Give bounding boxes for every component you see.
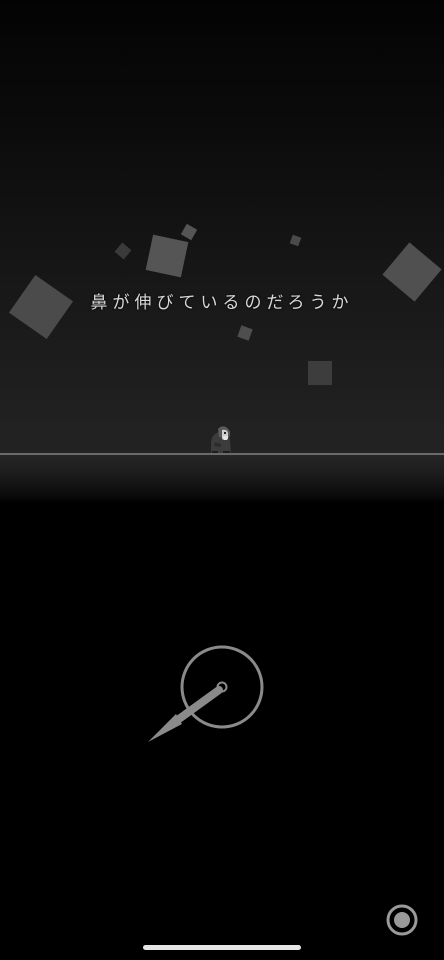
sky-background xyxy=(0,0,444,455)
floating-square xyxy=(308,361,332,385)
ground xyxy=(0,455,444,503)
player-character xyxy=(211,426,231,453)
record-icon[interactable] xyxy=(385,903,419,937)
game-screen[interactable]: 鼻が伸びているのだろうか xyxy=(0,0,444,960)
joystick-icon[interactable] xyxy=(140,640,270,750)
narration-text: 鼻が伸びているのだろうか xyxy=(90,293,354,313)
floating-square xyxy=(145,234,189,278)
home-indicator[interactable] xyxy=(143,945,301,950)
